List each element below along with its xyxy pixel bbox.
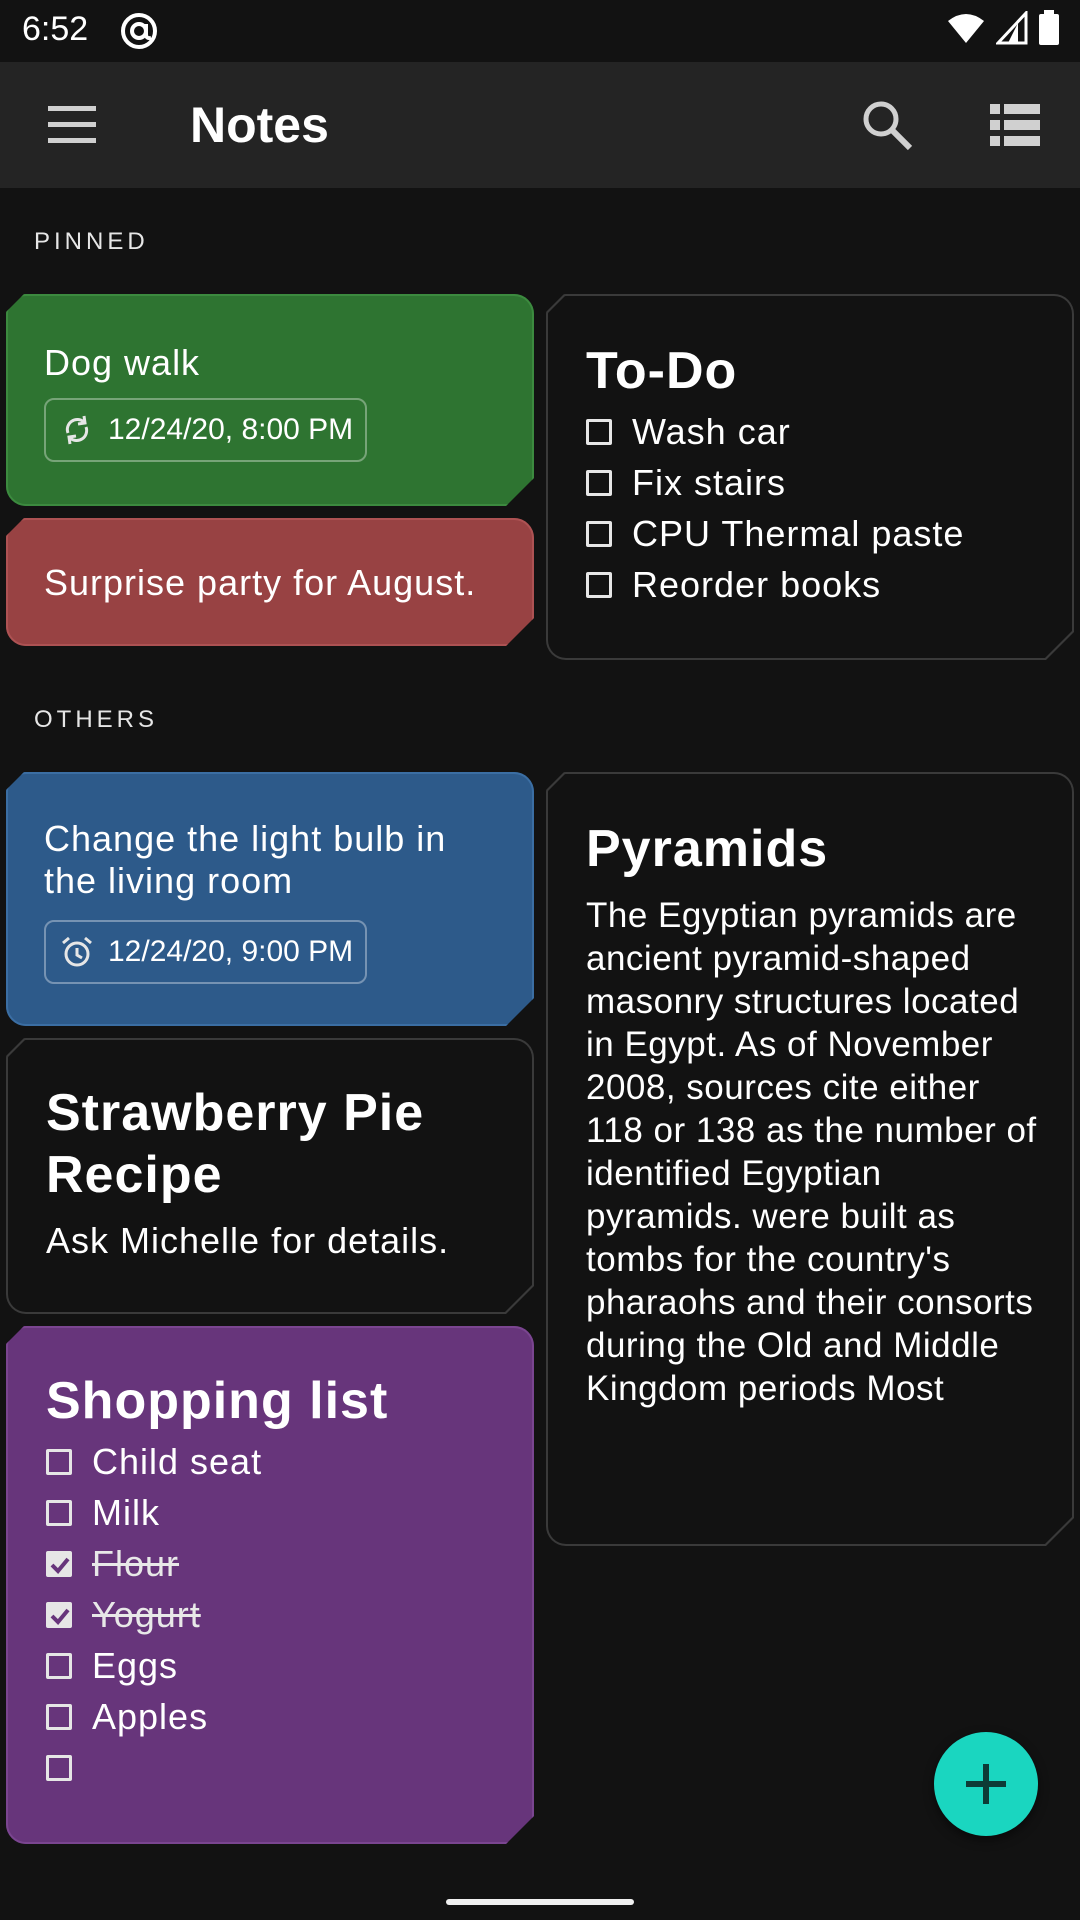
wifi-icon [948, 14, 984, 43]
alarm-icon [60, 935, 94, 969]
checklist-item-label: Eggs [92, 1644, 179, 1686]
checklist-item[interactable]: Reorder books [586, 559, 1054, 610]
checklist-item[interactable]: Wash car [586, 406, 1054, 457]
checklist-item[interactable] [46, 1742, 514, 1793]
note-text: Change the light bulb in the living room [44, 818, 446, 902]
note-title: Pyramids [586, 820, 829, 878]
status-icons [946, 10, 1060, 46]
checklist-item-label: Fix stairs [632, 461, 786, 503]
checklist-item[interactable]: CPU Thermal paste [586, 508, 1054, 559]
list-view-icon[interactable] [990, 102, 1040, 148]
checklist-item[interactable]: Yogurt [46, 1589, 514, 1640]
checklist-item[interactable]: Eggs [46, 1640, 514, 1691]
at-sign-icon [121, 13, 157, 49]
checkbox[interactable] [586, 572, 612, 598]
note-title-line: Strawberry Pie [46, 1084, 425, 1142]
status-bar: 6:52 [0, 0, 1080, 62]
checklist: Wash car Fix stairs CPU Thermal paste Re… [586, 406, 1054, 610]
checklist-item-label: Apples [92, 1695, 209, 1737]
checklist-item[interactable]: Milk [46, 1487, 514, 1538]
cellular-signal-icon [996, 11, 1028, 45]
note-card-pyramids[interactable]: Pyramids The Egyptian pyramids are ancie… [546, 772, 1074, 1546]
note-text-line: the living room [44, 860, 294, 901]
checkbox[interactable] [46, 1500, 72, 1526]
note-text-line: Change the light bulb in [44, 818, 447, 859]
menu-icon[interactable] [46, 102, 98, 148]
checkbox[interactable] [586, 521, 612, 547]
note-body: The Egyptian pyramids are ancient pyrami… [586, 896, 1037, 1408]
checklist-item[interactable]: Child seat [46, 1436, 514, 1487]
checkbox[interactable] [586, 419, 612, 445]
checklist-item-label: Wash car [632, 410, 791, 452]
plus-icon [966, 1764, 1006, 1804]
app-bar: Notes [0, 62, 1080, 188]
checkbox[interactable] [586, 470, 612, 496]
checkbox[interactable] [46, 1449, 72, 1475]
note-title: Strawberry Pie Recipe [46, 1082, 514, 1206]
note-title-line: Recipe [46, 1146, 223, 1204]
battery-icon [1039, 10, 1059, 45]
note-card-light-bulb[interactable]: Change the light bulb in the living room… [6, 772, 534, 1026]
checklist: Child seat Milk Flour Yogurt Eggs Apples [46, 1436, 514, 1793]
check-icon [48, 1553, 72, 1577]
note-card-surprise-party[interactable]: Surprise party for August. [6, 518, 534, 646]
add-note-button[interactable] [934, 1732, 1038, 1836]
note-title: Shopping list [46, 1372, 389, 1430]
check-icon [48, 1604, 72, 1628]
note-card-strawberry-pie[interactable]: Strawberry Pie Recipe Ask Michelle for d… [6, 1038, 534, 1314]
checklist-item[interactable]: Apples [46, 1691, 514, 1742]
checklist-item-label: Child seat [92, 1440, 263, 1482]
reminder-chip[interactable]: 12/24/20, 8:00 PM [44, 398, 367, 462]
reminder-text: 12/24/20, 9:00 PM [108, 935, 354, 968]
checklist-item-label: Flour [92, 1542, 180, 1584]
checkbox-checked[interactable] [46, 1551, 72, 1577]
checkbox[interactable] [46, 1755, 72, 1781]
page-title: Notes [190, 97, 329, 153]
search-icon[interactable] [860, 98, 914, 152]
checklist-item[interactable]: Flour [46, 1538, 514, 1589]
status-time: 6:52 [22, 10, 89, 48]
note-title: Dog walk [44, 342, 201, 383]
note-text: Ask Michelle for details. [46, 1220, 450, 1261]
note-title: To-Do [586, 342, 738, 400]
section-label-others: OTHERS [34, 706, 159, 733]
checkbox-checked[interactable] [46, 1602, 72, 1628]
note-card-dog-walk[interactable]: Dog walk 12/24/20, 8:00 PM [6, 294, 534, 506]
note-text: Surprise party for August. [44, 562, 477, 603]
checklist-item[interactable]: Fix stairs [586, 457, 1054, 508]
home-indicator[interactable] [446, 1899, 634, 1905]
note-card-todo[interactable]: To-Do Wash car Fix stairs CPU Thermal pa… [546, 294, 1074, 660]
section-label-pinned: PINNED [34, 228, 149, 255]
checklist-item-label: Milk [92, 1491, 160, 1533]
checklist-item-label: Reorder books [632, 563, 882, 605]
reminder-chip[interactable]: 12/24/20, 9:00 PM [44, 920, 367, 984]
checkbox[interactable] [46, 1653, 72, 1679]
checklist-item-label: Yogurt [92, 1593, 201, 1635]
reminder-text: 12/24/20, 8:00 PM [108, 413, 354, 446]
note-card-shopping-list[interactable]: Shopping list Child seat Milk Flour Yogu… [6, 1326, 534, 1844]
repeat-icon [60, 413, 94, 447]
checkbox[interactable] [46, 1704, 72, 1730]
checklist-item-label: CPU Thermal paste [632, 512, 965, 554]
